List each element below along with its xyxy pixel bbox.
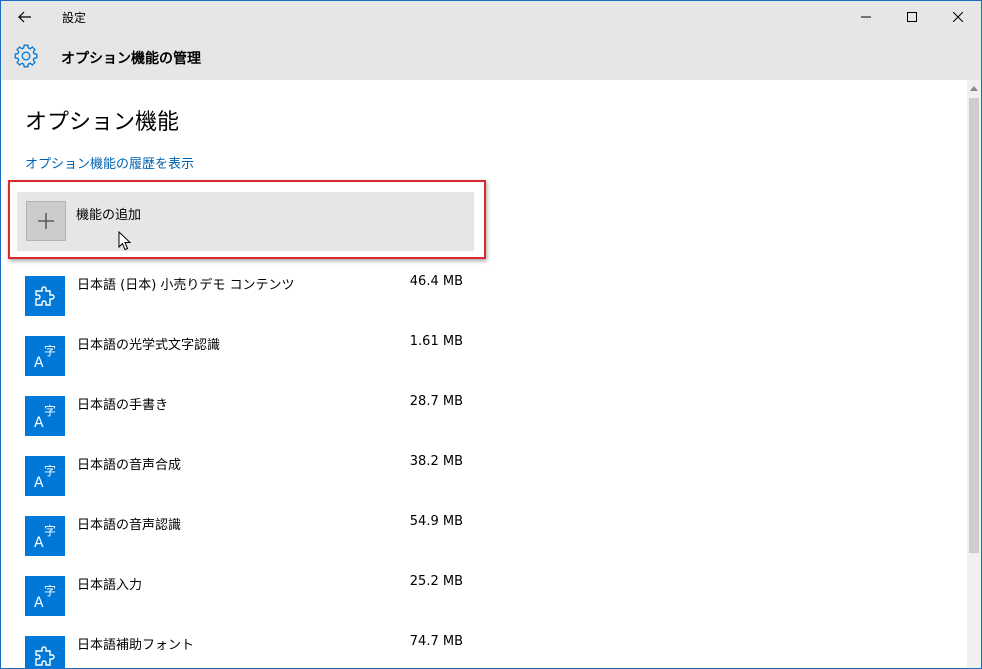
header-title: オプション機能の管理	[61, 51, 201, 67]
svg-text:A: A	[34, 355, 44, 369]
svg-text:A: A	[34, 475, 44, 489]
feature-icon-tile: 字A	[25, 336, 65, 376]
language-icon: 字A	[34, 463, 56, 489]
feature-item[interactable]: 字 A 日本語の手書き 28.7 MB	[25, 394, 467, 436]
page-header: オプション機能の管理	[1, 33, 981, 80]
feature-name: 日本語補助フォント	[77, 638, 195, 653]
feature-item[interactable]: 字 A 日本語入力 25.2 MB	[25, 574, 467, 616]
minimize-button[interactable]	[843, 1, 889, 33]
svg-text:字: 字	[44, 463, 56, 478]
back-button[interactable]	[1, 1, 49, 33]
history-link[interactable]: オプション機能の履歴を表示	[25, 153, 194, 172]
feature-name: 日本語の光学式文字認識	[77, 338, 221, 353]
feature-icon-tile	[25, 276, 65, 316]
svg-text:字: 字	[44, 523, 56, 538]
title-bar: 設定	[1, 1, 981, 33]
svg-text:字: 字	[44, 403, 56, 418]
minimize-icon	[861, 16, 871, 18]
feature-icon-tile	[25, 636, 65, 668]
feature-size: 54.9 MB	[409, 514, 463, 529]
close-icon	[953, 12, 963, 22]
feature-size: 1.61 MB	[409, 334, 463, 349]
feature-icon-tile: 字A	[25, 456, 65, 496]
language-icon: 字A	[34, 343, 56, 369]
feature-name: 日本語の音声認識	[77, 518, 182, 533]
feature-item[interactable]: 字 A 日本語の音声認識 54.9 MB	[25, 514, 467, 556]
feature-size: 38.2 MB	[409, 454, 463, 469]
maximize-button[interactable]	[889, 1, 935, 33]
feature-icon-tile: 字A	[25, 516, 65, 556]
gear-icon	[14, 44, 38, 68]
svg-text:字: 字	[44, 583, 56, 598]
feature-size: 46.4 MB	[409, 274, 463, 289]
language-icon: 字A	[34, 523, 56, 549]
feature-item[interactable]: 字 A 日本語の光学式文字認識 1.61 MB	[25, 334, 467, 376]
language-icon: 字A	[34, 583, 56, 609]
feature-size: 74.7 MB	[409, 634, 463, 649]
page-title: オプション機能	[25, 110, 180, 135]
svg-text:A: A	[34, 415, 44, 429]
close-button[interactable]	[935, 1, 981, 33]
feature-name: 日本語 (日本) 小売りデモ コンテンツ	[77, 278, 295, 293]
scroll-up-arrow-icon	[970, 85, 978, 91]
scroll-up-button[interactable]	[967, 80, 981, 96]
window-title: 設定	[62, 11, 87, 25]
feature-icon-tile: 字A	[25, 396, 65, 436]
back-arrow-icon	[18, 11, 31, 23]
feature-item[interactable]: 字 A 日本語の音声合成 38.2 MB	[25, 454, 467, 496]
svg-text:A: A	[34, 595, 44, 609]
svg-text:A: A	[34, 535, 44, 549]
mouse-cursor-icon	[118, 231, 132, 251]
scroll-thumb[interactable]	[969, 98, 979, 553]
highlight-box	[8, 180, 486, 259]
main-content: オプション機能 オプション機能の履歴を表示 機能の追加 日本語 (日本) 小売り…	[1, 80, 967, 668]
maximize-icon	[907, 12, 917, 22]
feature-name: 日本語の手書き	[77, 398, 169, 413]
language-icon: 字A	[34, 403, 56, 429]
feature-size: 28.7 MB	[409, 394, 463, 409]
feature-size: 25.2 MB	[409, 574, 463, 589]
settings-window: 設定 オプション機能の管理 オプション機能 オプション機能の履歴を表示 機能の追…	[0, 0, 982, 669]
puzzle-icon	[35, 646, 55, 666]
feature-item[interactable]: 日本語 (日本) 小売りデモ コンテンツ 46.4 MB	[25, 274, 467, 316]
feature-item[interactable]: 日本語補助フォント 74.7 MB	[25, 634, 467, 668]
feature-name: 日本語入力	[77, 578, 143, 593]
feature-name: 日本語の音声合成	[77, 458, 182, 473]
puzzle-icon	[35, 286, 55, 306]
svg-text:字: 字	[44, 343, 56, 358]
feature-icon-tile: 字A	[25, 576, 65, 616]
scrollbar[interactable]	[967, 80, 981, 668]
